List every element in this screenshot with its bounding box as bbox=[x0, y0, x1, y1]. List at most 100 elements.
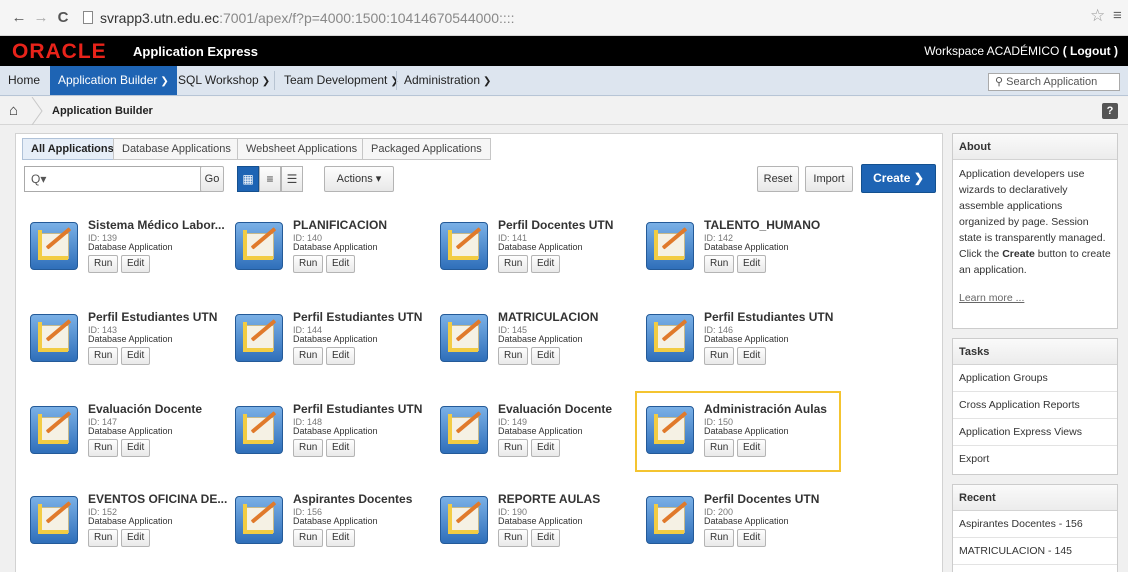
app-name[interactable]: Aspirantes Docentes bbox=[293, 492, 412, 506]
forward-icon[interactable]: → bbox=[32, 8, 50, 28]
application-icon[interactable] bbox=[646, 222, 694, 270]
list-view-icon[interactable]: ≡ bbox=[259, 166, 281, 192]
app-name[interactable]: EVENTOS OFICINA DE... bbox=[88, 492, 227, 506]
run-button[interactable]: Run bbox=[88, 255, 119, 273]
address-bar[interactable]: svrapp3.utn.edu.ec:7001/apex/f?p=4000:15… bbox=[100, 10, 515, 26]
run-button[interactable]: Run bbox=[498, 255, 529, 273]
app-name[interactable]: REPORTE AULAS bbox=[498, 492, 600, 506]
edit-button[interactable]: Edit bbox=[737, 439, 767, 457]
task-application-express-views[interactable]: Application Express Views bbox=[953, 419, 1117, 446]
edit-button[interactable]: Edit bbox=[121, 439, 151, 457]
app-tile[interactable]: Evaluación Docente ID: 149 Database Appl… bbox=[434, 398, 634, 474]
run-button[interactable]: Run bbox=[704, 529, 735, 547]
app-tile[interactable]: PLANIFICACION ID: 140 Database Applicati… bbox=[229, 214, 429, 290]
app-tile[interactable]: MATRICULACION ID: 145 Database Applicati… bbox=[434, 306, 634, 382]
application-icon[interactable] bbox=[440, 496, 488, 544]
run-button[interactable]: Run bbox=[88, 439, 119, 457]
app-name[interactable]: Evaluación Docente bbox=[498, 402, 612, 416]
app-tile[interactable]: TALENTO_HUMANO ID: 142 Database Applicat… bbox=[640, 214, 840, 290]
application-icon[interactable] bbox=[440, 406, 488, 454]
app-tile[interactable]: REPORTE AULAS ID: 190 Database Applicati… bbox=[434, 488, 634, 564]
recent-item[interactable]: Aspirantes Docentes - 156 bbox=[953, 511, 1117, 538]
app-tile[interactable]: Perfil Estudiantes UTN ID: 144 Database … bbox=[229, 306, 429, 382]
tab-team-development[interactable]: Team Development ❯ bbox=[276, 66, 407, 95]
browser-menu-icon[interactable]: ≡ bbox=[1113, 7, 1122, 24]
app-tile-selected[interactable]: Administración Aulas ID: 150 Database Ap… bbox=[635, 391, 841, 472]
run-button[interactable]: Run bbox=[293, 347, 324, 365]
application-icon[interactable] bbox=[440, 314, 488, 362]
app-name[interactable]: TALENTO_HUMANO bbox=[704, 218, 820, 232]
app-tile[interactable]: Evaluación Docente ID: 147 Database Appl… bbox=[24, 398, 224, 474]
bookmark-star-icon[interactable]: ☆ bbox=[1090, 6, 1105, 26]
logout-link[interactable]: ( Logout ) bbox=[1063, 44, 1118, 58]
tab-application-builder[interactable]: Application Builder ❯ bbox=[50, 66, 177, 95]
app-tile[interactable]: Sistema Médico Labor... ID: 139 Database… bbox=[24, 214, 225, 290]
edit-button[interactable]: Edit bbox=[121, 347, 151, 365]
edit-button[interactable]: Edit bbox=[326, 439, 356, 457]
application-icon[interactable] bbox=[30, 496, 78, 544]
run-button[interactable]: Run bbox=[293, 529, 324, 547]
application-icon[interactable] bbox=[30, 406, 78, 454]
run-button[interactable]: Run bbox=[498, 439, 529, 457]
help-icon[interactable]: ? bbox=[1102, 103, 1118, 119]
edit-button[interactable]: Edit bbox=[531, 255, 561, 273]
oracle-logo[interactable]: ORACLE bbox=[12, 41, 107, 63]
detail-view-icon[interactable]: ☰ bbox=[281, 166, 303, 192]
app-name[interactable]: Evaluación Docente bbox=[88, 402, 202, 416]
edit-button[interactable]: Edit bbox=[737, 347, 767, 365]
go-button[interactable]: Go bbox=[200, 166, 224, 192]
run-button[interactable]: Run bbox=[704, 347, 735, 365]
edit-button[interactable]: Edit bbox=[121, 255, 151, 273]
subtab-all-applications[interactable]: All Applications bbox=[22, 138, 123, 160]
app-name[interactable]: Sistema Médico Labor... bbox=[88, 218, 225, 232]
search-application-input[interactable]: ⚲ Search Application bbox=[988, 73, 1120, 91]
application-icon[interactable] bbox=[646, 496, 694, 544]
app-tile[interactable]: Perfil Docentes UTN ID: 141 Database App… bbox=[434, 214, 634, 290]
application-icon[interactable] bbox=[235, 222, 283, 270]
home-icon[interactable]: ⌂ bbox=[9, 102, 18, 119]
app-name[interactable]: Administración Aulas bbox=[704, 402, 827, 416]
run-button[interactable]: Run bbox=[88, 529, 119, 547]
application-icon[interactable] bbox=[235, 496, 283, 544]
app-name[interactable]: Perfil Docentes UTN bbox=[498, 218, 613, 232]
task-cross-application-reports[interactable]: Cross Application Reports bbox=[953, 392, 1117, 419]
edit-button[interactable]: Edit bbox=[326, 255, 356, 273]
edit-button[interactable]: Edit bbox=[531, 439, 561, 457]
application-icon[interactable] bbox=[235, 406, 283, 454]
app-tile[interactable]: Perfil Estudiantes UTN ID: 143 Database … bbox=[24, 306, 224, 382]
app-tile[interactable]: Perfil Estudiantes UTN ID: 146 Database … bbox=[640, 306, 840, 382]
reset-button[interactable]: Reset bbox=[757, 166, 799, 192]
app-tile[interactable]: Perfil Docentes UTN ID: 200 Database App… bbox=[640, 488, 840, 564]
task-export[interactable]: Export bbox=[953, 446, 1117, 473]
run-button[interactable]: Run bbox=[498, 529, 529, 547]
app-tile[interactable]: Aspirantes Docentes ID: 156 Database App… bbox=[229, 488, 429, 564]
run-button[interactable]: Run bbox=[88, 347, 119, 365]
application-icon[interactable] bbox=[646, 314, 694, 362]
edit-button[interactable]: Edit bbox=[531, 529, 561, 547]
actions-button[interactable]: Actions ▾ bbox=[324, 166, 394, 192]
application-icon[interactable] bbox=[30, 222, 78, 270]
run-button[interactable]: Run bbox=[293, 255, 324, 273]
task-application-groups[interactable]: Application Groups bbox=[953, 365, 1117, 392]
app-name[interactable]: PLANIFICACION bbox=[293, 218, 387, 232]
run-button[interactable]: Run bbox=[293, 439, 324, 457]
reload-icon[interactable]: C bbox=[54, 8, 72, 28]
application-icon[interactable] bbox=[440, 222, 488, 270]
edit-button[interactable]: Edit bbox=[326, 529, 356, 547]
app-name[interactable]: MATRICULACION bbox=[498, 310, 598, 324]
run-button[interactable]: Run bbox=[704, 439, 735, 457]
edit-button[interactable]: Edit bbox=[121, 529, 151, 547]
subtab-packaged-applications[interactable]: Packaged Applications bbox=[362, 138, 491, 160]
create-button[interactable]: Create ❯ bbox=[861, 164, 936, 193]
subtab-websheet-applications[interactable]: Websheet Applications bbox=[237, 138, 367, 160]
recent-item[interactable]: MATRICULACION - 145 bbox=[953, 538, 1117, 565]
app-name[interactable]: Perfil Estudiantes UTN bbox=[704, 310, 833, 324]
subtab-database-applications[interactable]: Database Applications bbox=[113, 138, 240, 160]
run-button[interactable]: Run bbox=[498, 347, 529, 365]
run-button[interactable]: Run bbox=[704, 255, 735, 273]
back-icon[interactable]: ← bbox=[10, 8, 28, 28]
application-icon[interactable] bbox=[646, 406, 694, 454]
app-name[interactable]: Perfil Docentes UTN bbox=[704, 492, 819, 506]
learn-more-link[interactable]: Learn more ... bbox=[959, 292, 1024, 304]
edit-button[interactable]: Edit bbox=[531, 347, 561, 365]
